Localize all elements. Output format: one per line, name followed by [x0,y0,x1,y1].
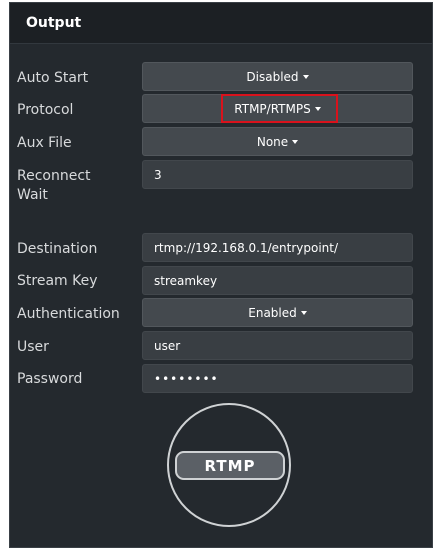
auto-start-dropdown[interactable]: Disabled [142,62,413,91]
reconnect-wait-label-line1: Reconnect [17,168,91,184]
protocol-value: RTMP/RTMPS [234,101,311,116]
aux-file-label: Aux File [17,135,72,151]
reconnect-wait-input[interactable]: 3 [142,160,413,189]
user-input[interactable]: user [142,331,413,360]
chevron-down-icon [292,140,299,144]
aux-file-value: None [256,134,289,149]
protocol-dropdown[interactable]: RTMP/RTMPS [142,94,413,123]
authentication-label: Authentication [17,306,120,322]
panel-header: Output [10,3,432,44]
auto-start-label: Auto Start [17,70,89,86]
chevron-down-icon [314,107,321,111]
rtmp-start-button[interactable]: RTMP [175,451,285,480]
stream-key-label: Stream Key [17,273,98,289]
reconnect-wait-value: 3 [154,167,162,182]
panel-title: Output [26,15,82,31]
password-value: •••••••• [154,371,219,386]
chevron-down-icon [300,311,307,315]
auto-start-value: Disabled [246,69,299,84]
destination-label: Destination [17,241,98,257]
reconnect-wait-label-line2: Wait [17,187,48,203]
aux-file-dropdown[interactable]: None [142,127,413,156]
password-input[interactable]: •••••••• [142,364,413,393]
chevron-down-icon [302,75,309,79]
stream-key-input[interactable]: streamkey [142,266,413,295]
destination-input[interactable]: rtmp://192.168.0.1/entrypoint/ [142,233,413,262]
stream-key-value: streamkey [154,273,218,288]
user-value: user [154,338,181,353]
password-label: Password [17,371,83,387]
protocol-label: Protocol [17,102,74,118]
authentication-value: Enabled [248,305,297,320]
reconnect-wait-label: Reconnect Wait [17,167,91,205]
destination-value: rtmp://192.168.0.1/entrypoint/ [154,240,339,255]
authentication-dropdown[interactable]: Enabled [142,298,413,327]
user-label: User [17,339,49,355]
